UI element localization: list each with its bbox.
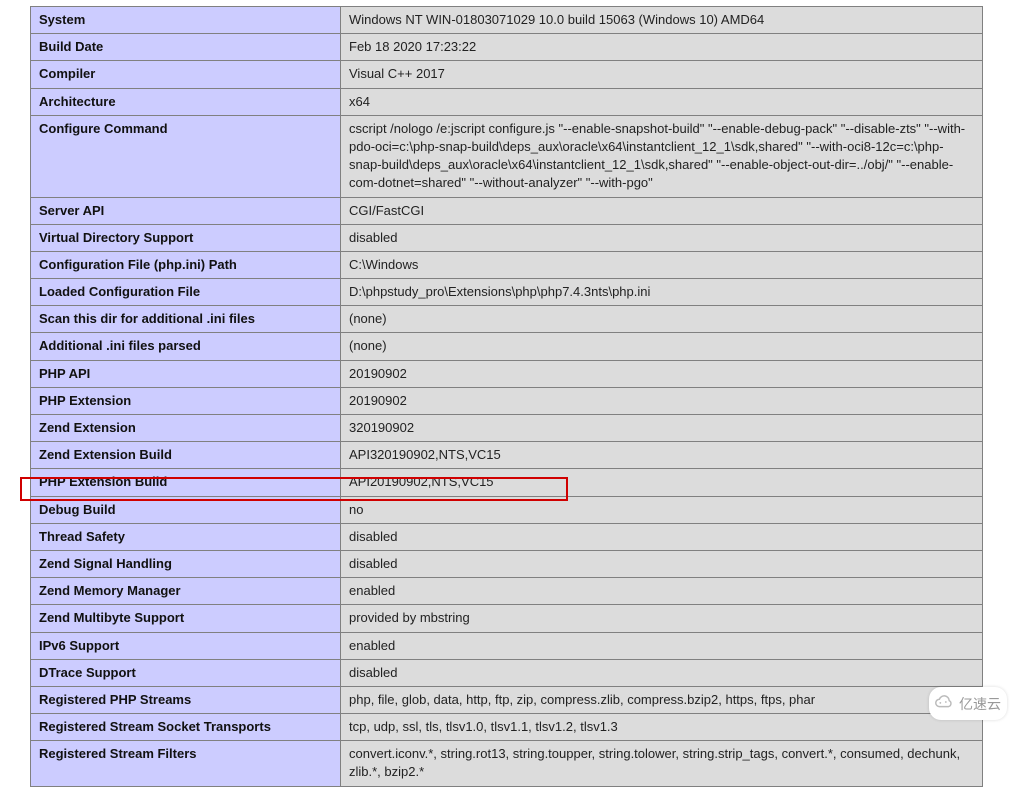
- table-row: DTrace Supportdisabled: [31, 659, 983, 686]
- row-value: disabled: [341, 224, 983, 251]
- table-row: Scan this dir for additional .ini files(…: [31, 306, 983, 333]
- row-value: disabled: [341, 659, 983, 686]
- table-row: PHP Extension BuildAPI20190902,NTS,VC15: [31, 469, 983, 496]
- row-key: Thread Safety: [31, 523, 341, 550]
- row-value: enabled: [341, 578, 983, 605]
- watermark-text: 亿速云: [959, 694, 1001, 714]
- row-key: Zend Signal Handling: [31, 550, 341, 577]
- row-value: convert.iconv.*, string.rot13, string.to…: [341, 741, 983, 786]
- table-row: Zend Signal Handlingdisabled: [31, 550, 983, 577]
- row-value: (none): [341, 306, 983, 333]
- row-value: php, file, glob, data, http, ftp, zip, c…: [341, 686, 983, 713]
- table-row: Thread Safetydisabled: [31, 523, 983, 550]
- row-key: Architecture: [31, 88, 341, 115]
- watermark-badge: 亿速云: [929, 687, 1007, 720]
- table-row: Zend Multibyte Supportprovided by mbstri…: [31, 605, 983, 632]
- row-value: 320190902: [341, 415, 983, 442]
- table-row: Architecturex64: [31, 88, 983, 115]
- row-value: disabled: [341, 523, 983, 550]
- row-value: cscript /nologo /e:jscript configure.js …: [341, 115, 983, 197]
- row-key: Zend Extension: [31, 415, 341, 442]
- table-row: Virtual Directory Supportdisabled: [31, 224, 983, 251]
- row-key: System: [31, 7, 341, 34]
- row-value: (none): [341, 333, 983, 360]
- table-row: Configure Commandcscript /nologo /e:jscr…: [31, 115, 983, 197]
- row-key: IPv6 Support: [31, 632, 341, 659]
- row-key: PHP Extension Build: [31, 469, 341, 496]
- row-key: Registered Stream Socket Transports: [31, 714, 341, 741]
- table-row: Registered Stream Filtersconvert.iconv.*…: [31, 741, 983, 786]
- row-value: Visual C++ 2017: [341, 61, 983, 88]
- row-key: Loaded Configuration File: [31, 279, 341, 306]
- row-key: Zend Extension Build: [31, 442, 341, 469]
- row-value: CGI/FastCGI: [341, 197, 983, 224]
- row-value: tcp, udp, ssl, tls, tlsv1.0, tlsv1.1, tl…: [341, 714, 983, 741]
- row-key: Compiler: [31, 61, 341, 88]
- table-row: Registered PHP Streamsphp, file, glob, d…: [31, 686, 983, 713]
- row-key: Scan this dir for additional .ini files: [31, 306, 341, 333]
- table-row: Zend Memory Managerenabled: [31, 578, 983, 605]
- row-key: DTrace Support: [31, 659, 341, 686]
- row-value: D:\phpstudy_pro\Extensions\php\php7.4.3n…: [341, 279, 983, 306]
- row-value: API320190902,NTS,VC15: [341, 442, 983, 469]
- row-key: PHP Extension: [31, 387, 341, 414]
- row-value: 20190902: [341, 387, 983, 414]
- table-row: Loaded Configuration FileD:\phpstudy_pro…: [31, 279, 983, 306]
- row-value: no: [341, 496, 983, 523]
- row-key: Configuration File (php.ini) Path: [31, 251, 341, 278]
- table-row: Zend Extension320190902: [31, 415, 983, 442]
- row-key: Zend Memory Manager: [31, 578, 341, 605]
- table-row: Build DateFeb 18 2020 17:23:22: [31, 34, 983, 61]
- row-key: Debug Build: [31, 496, 341, 523]
- row-value: provided by mbstring: [341, 605, 983, 632]
- row-key: Configure Command: [31, 115, 341, 197]
- row-key: Virtual Directory Support: [31, 224, 341, 251]
- row-key: PHP API: [31, 360, 341, 387]
- row-value: Windows NT WIN-01803071029 10.0 build 15…: [341, 7, 983, 34]
- row-value: C:\Windows: [341, 251, 983, 278]
- cloud-icon: [933, 691, 955, 716]
- table-row: Additional .ini files parsed(none): [31, 333, 983, 360]
- row-value: disabled: [341, 550, 983, 577]
- table-row: Zend Extension BuildAPI320190902,NTS,VC1…: [31, 442, 983, 469]
- table-row: Debug Buildno: [31, 496, 983, 523]
- row-value: API20190902,NTS,VC15: [341, 469, 983, 496]
- table-row: IPv6 Supportenabled: [31, 632, 983, 659]
- row-key: Registered Stream Filters: [31, 741, 341, 786]
- row-key: Server API: [31, 197, 341, 224]
- table-row: Server APICGI/FastCGI: [31, 197, 983, 224]
- row-value: enabled: [341, 632, 983, 659]
- table-row: PHP Extension20190902: [31, 387, 983, 414]
- table-row: Configuration File (php.ini) PathC:\Wind…: [31, 251, 983, 278]
- row-key: Build Date: [31, 34, 341, 61]
- row-value: 20190902: [341, 360, 983, 387]
- phpinfo-table: SystemWindows NT WIN-01803071029 10.0 bu…: [30, 6, 983, 787]
- table-row: CompilerVisual C++ 2017: [31, 61, 983, 88]
- table-row: PHP API20190902: [31, 360, 983, 387]
- row-key: Additional .ini files parsed: [31, 333, 341, 360]
- row-key: Zend Multibyte Support: [31, 605, 341, 632]
- row-value: Feb 18 2020 17:23:22: [341, 34, 983, 61]
- row-key: Registered PHP Streams: [31, 686, 341, 713]
- row-value: x64: [341, 88, 983, 115]
- table-row: Registered Stream Socket Transportstcp, …: [31, 714, 983, 741]
- table-row: SystemWindows NT WIN-01803071029 10.0 bu…: [31, 7, 983, 34]
